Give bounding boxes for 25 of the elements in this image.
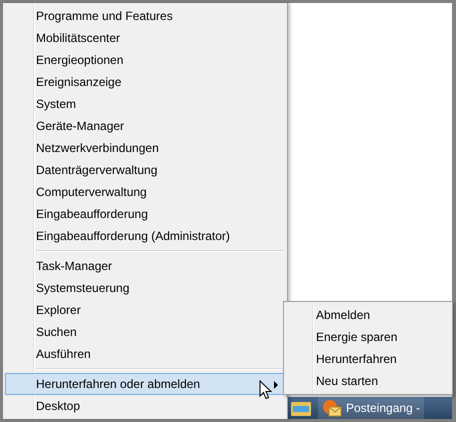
menu-item[interactable]: Desktop	[5, 395, 285, 417]
menu-item[interactable]: Task-Manager	[5, 255, 285, 277]
menu-item[interactable]: Ausführen	[5, 343, 285, 365]
menu-item[interactable]: Energie sparen	[286, 326, 450, 348]
menu-item[interactable]: Explorer	[5, 299, 285, 321]
menu-item[interactable]: Systemsteuerung	[5, 277, 285, 299]
menu-item[interactable]: Eingabeaufforderung	[5, 203, 285, 225]
taskbar-button[interactable]: Posteingang -	[318, 397, 424, 419]
menu-item[interactable]: Suchen	[5, 321, 285, 343]
envelope-icon	[322, 399, 342, 417]
menu-item[interactable]: Mobilitätscenter	[5, 27, 285, 49]
menu-item[interactable]: Neu starten	[286, 370, 450, 392]
menu-item[interactable]: Energieoptionen	[5, 49, 285, 71]
menu-item[interactable]: Herunterfahren	[286, 348, 450, 370]
menu-item[interactable]: Datenträgerverwaltung	[5, 159, 285, 181]
menu-item[interactable]: Netzwerkverbindungen	[5, 137, 285, 159]
menu-item[interactable]: Geräte-Manager	[5, 115, 285, 137]
menu-item[interactable]: Computerverwaltung	[5, 181, 285, 203]
menu-item[interactable]: Eingabeaufforderung (Administrator)	[5, 225, 285, 247]
menu-item[interactable]: Abmelden	[286, 304, 450, 326]
menu-item[interactable]: Ereignisanzeige	[5, 71, 285, 93]
menu-item[interactable]: System	[5, 93, 285, 115]
mouse-cursor-icon	[259, 380, 272, 400]
menu-item[interactable]: Herunterfahren oder abmelden	[5, 373, 285, 395]
menu-item[interactable]: Programme und Features	[5, 5, 285, 27]
